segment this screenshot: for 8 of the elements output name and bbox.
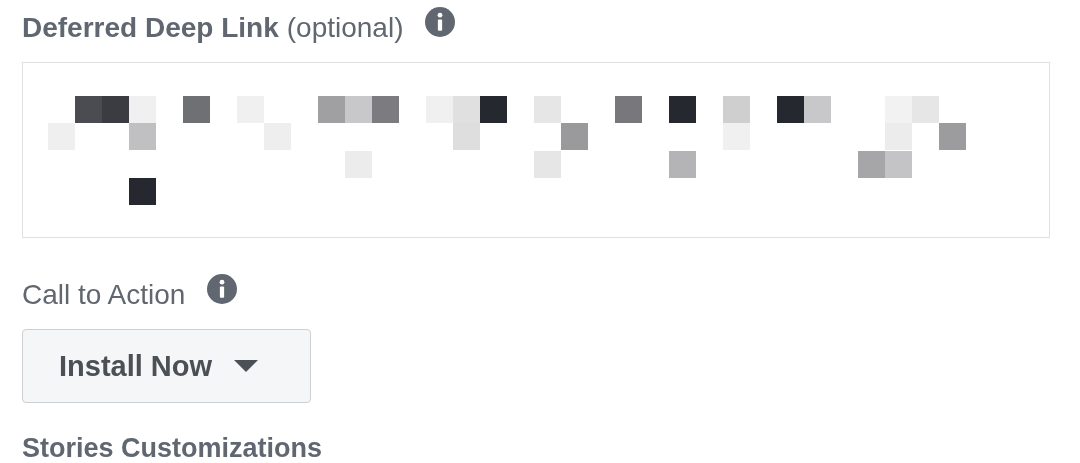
caret-icon [234,360,259,372]
field-label: Call to Action [22,279,186,311]
info-icon [207,274,238,304]
call-to-action-dropdown[interactable]: Install Now [22,329,311,403]
field-label: Deferred Deep Link [22,12,279,44]
optional-hint: (optional) [286,12,404,44]
section-heading: Stories Customizations [22,433,324,463]
info-icon [425,7,456,37]
